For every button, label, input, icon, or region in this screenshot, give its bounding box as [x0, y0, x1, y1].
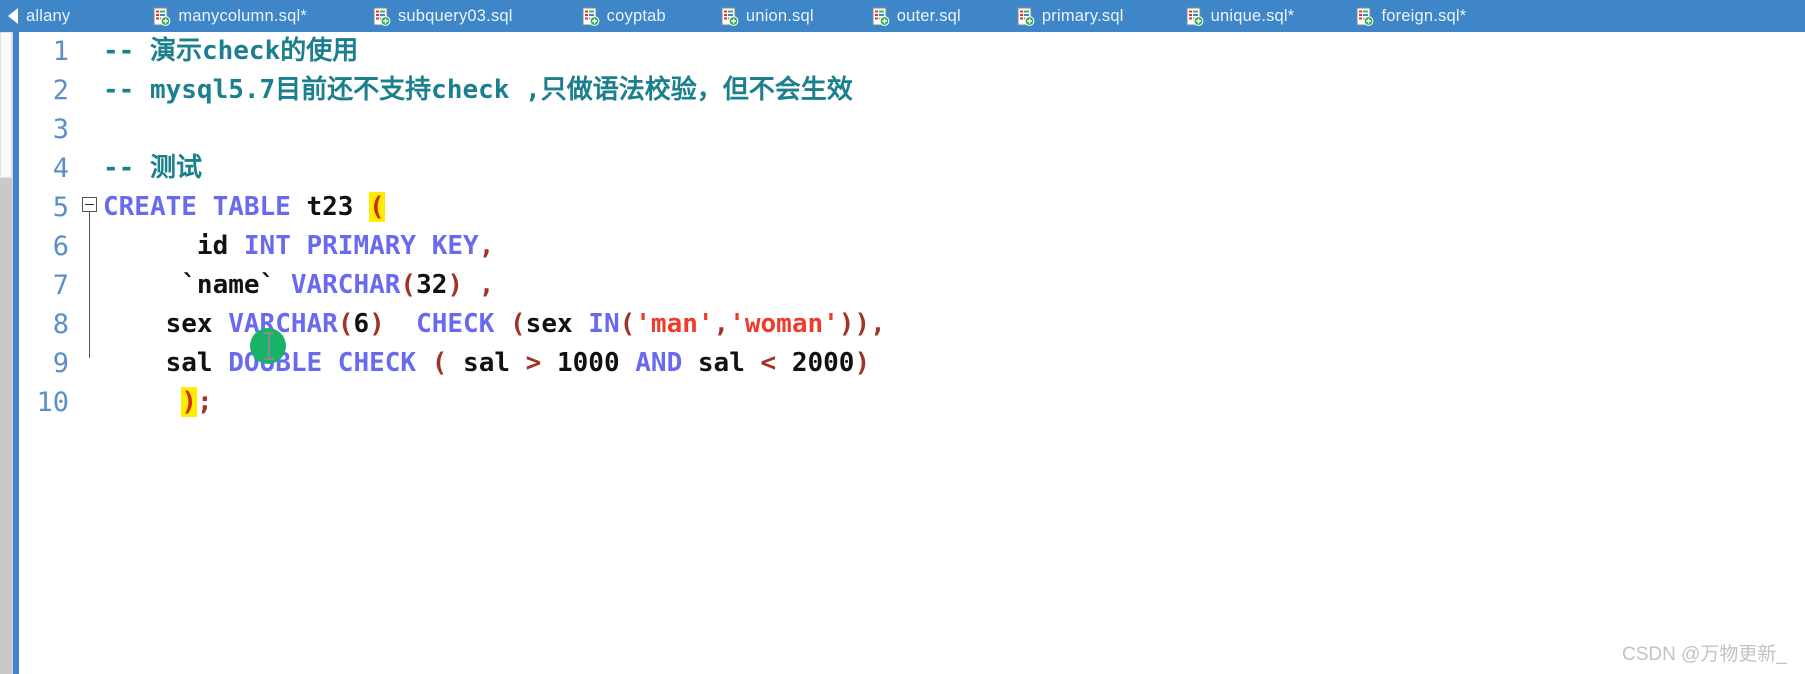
code-line[interactable]: 4 -- 测试	[19, 149, 1805, 188]
tab-label: unique.sql*	[1210, 6, 1295, 25]
code-line-text: -- 演示check的使用	[103, 36, 359, 66]
code-line[interactable]: 8 sex VARCHAR(6) CHECK (sex IN('man','wo…	[19, 305, 1805, 344]
code-line[interactable]: 1 -- 演示check的使用	[19, 32, 1805, 71]
line-number: 2	[52, 75, 69, 106]
watermark: CSDN @万物更新_	[1622, 644, 1787, 665]
editor-body: 1 -- 演示check的使用 2 -- mysql5.7目前还不支持check…	[0, 32, 1805, 674]
scrollbar-track[interactable]	[0, 178, 12, 674]
tab-unique-sql[interactable]: unique.sql*	[1186, 0, 1295, 32]
sql-file-icon	[1356, 7, 1374, 26]
sql-file-icon	[373, 7, 391, 26]
tab-label: subquery03.sql	[397, 6, 513, 25]
code-line-text: );	[181, 387, 213, 417]
tab-coyptab[interactable]: coyptab	[582, 0, 666, 32]
code-line[interactable]: 6 id INT PRIMARY KEY,	[19, 227, 1805, 266]
code-line[interactable]: 7 `name` VARCHAR(32) ,	[19, 266, 1805, 305]
code-line-text: sex VARCHAR(6) CHECK (sex IN('man','woma…	[103, 309, 886, 339]
code-line[interactable]: 9 sal DOUBLE CHECK ( sal > 1000 AND sal …	[19, 344, 1805, 383]
code-editor-window: allany manycolumn.sql* subquery03.sql co…	[0, 0, 1805, 674]
line-number: 7	[52, 270, 69, 301]
fold-column	[77, 383, 103, 422]
code-line-text: -- mysql5.7目前还不支持check ,只做语法校验，但不会生效	[103, 75, 853, 105]
code-line-text: sal DOUBLE CHECK ( sal > 1000 AND sal < …	[103, 348, 871, 378]
line-number: 6	[52, 231, 69, 262]
fold-column	[77, 32, 103, 71]
code-line-text: `name` VARCHAR(32) ,	[103, 270, 495, 300]
tab-subquery03-sql[interactable]: subquery03.sql	[373, 0, 513, 32]
code-line[interactable]: 5 CREATE TABLE t23 (	[19, 188, 1805, 227]
tab-foreign-sql[interactable]: foreign.sql*	[1356, 0, 1466, 32]
tab-label: foreign.sql*	[1381, 6, 1467, 25]
sql-file-icon	[1017, 7, 1035, 26]
fold-guide-line	[89, 227, 90, 266]
scroll-left-arrow-icon[interactable]	[0, 0, 26, 32]
sql-file-icon	[1186, 7, 1204, 26]
line-number: 8	[52, 309, 69, 340]
sql-file-icon	[582, 7, 600, 26]
fold-column[interactable]	[77, 188, 103, 227]
tab-label: manycolumn.sql*	[178, 6, 307, 25]
fold-collapse-icon[interactable]	[82, 197, 97, 212]
fold-guide-line	[89, 266, 90, 305]
fold-column	[77, 71, 103, 110]
fold-column	[77, 344, 103, 383]
fold-column	[77, 266, 103, 305]
sql-file-icon	[153, 7, 171, 26]
line-number: 10	[36, 387, 69, 418]
code-line-text: CREATE TABLE t23 (	[103, 192, 385, 222]
line-number: 1	[52, 36, 69, 67]
tab-label: allany	[26, 6, 71, 25]
line-number: 9	[52, 348, 69, 379]
code-line[interactable]: 2 -- mysql5.7目前还不支持check ,只做语法校验，但不会生效	[19, 71, 1805, 110]
sql-file-icon	[872, 7, 890, 26]
fold-column	[77, 305, 103, 344]
line-number: 3	[52, 114, 69, 145]
sql-file-icon	[721, 7, 739, 26]
tab-union-sql[interactable]: union.sql	[721, 0, 814, 32]
code-lines[interactable]: 1 -- 演示check的使用 2 -- mysql5.7目前还不支持check…	[19, 32, 1805, 674]
tab-manycolumn-sql[interactable]: manycolumn.sql*	[153, 0, 307, 32]
code-editor-pane[interactable]: 1 -- 演示check的使用 2 -- mysql5.7目前还不支持check…	[13, 32, 1805, 674]
scrollbar-thumb[interactable]	[0, 32, 12, 178]
tab-label: outer.sql	[896, 6, 961, 25]
fold-column	[77, 227, 103, 266]
line-number: 4	[52, 153, 69, 184]
tab-outer-sql[interactable]: outer.sql	[872, 0, 961, 32]
code-line[interactable]: 3	[19, 110, 1805, 149]
fold-guide-line	[89, 344, 90, 358]
tab-label: union.sql	[745, 6, 814, 25]
tab-label: primary.sql	[1041, 6, 1124, 25]
code-line[interactable]: 10 );	[19, 383, 1805, 422]
fold-column	[77, 110, 103, 149]
fold-guide-line	[89, 212, 90, 227]
fold-column	[77, 149, 103, 188]
code-line-text: id INT PRIMARY KEY,	[103, 231, 495, 261]
tab-allany[interactable]: allany	[26, 0, 70, 32]
vertical-scrollbar[interactable]	[0, 32, 13, 674]
code-line-text: -- 测试	[103, 153, 202, 183]
fold-guide-line	[89, 305, 90, 344]
line-number: 5	[52, 192, 69, 223]
tab-primary-sql[interactable]: primary.sql	[1017, 0, 1124, 32]
tab-label: coyptab	[606, 6, 666, 25]
editor-tab-bar: allany manycolumn.sql* subquery03.sql co…	[0, 0, 1805, 32]
